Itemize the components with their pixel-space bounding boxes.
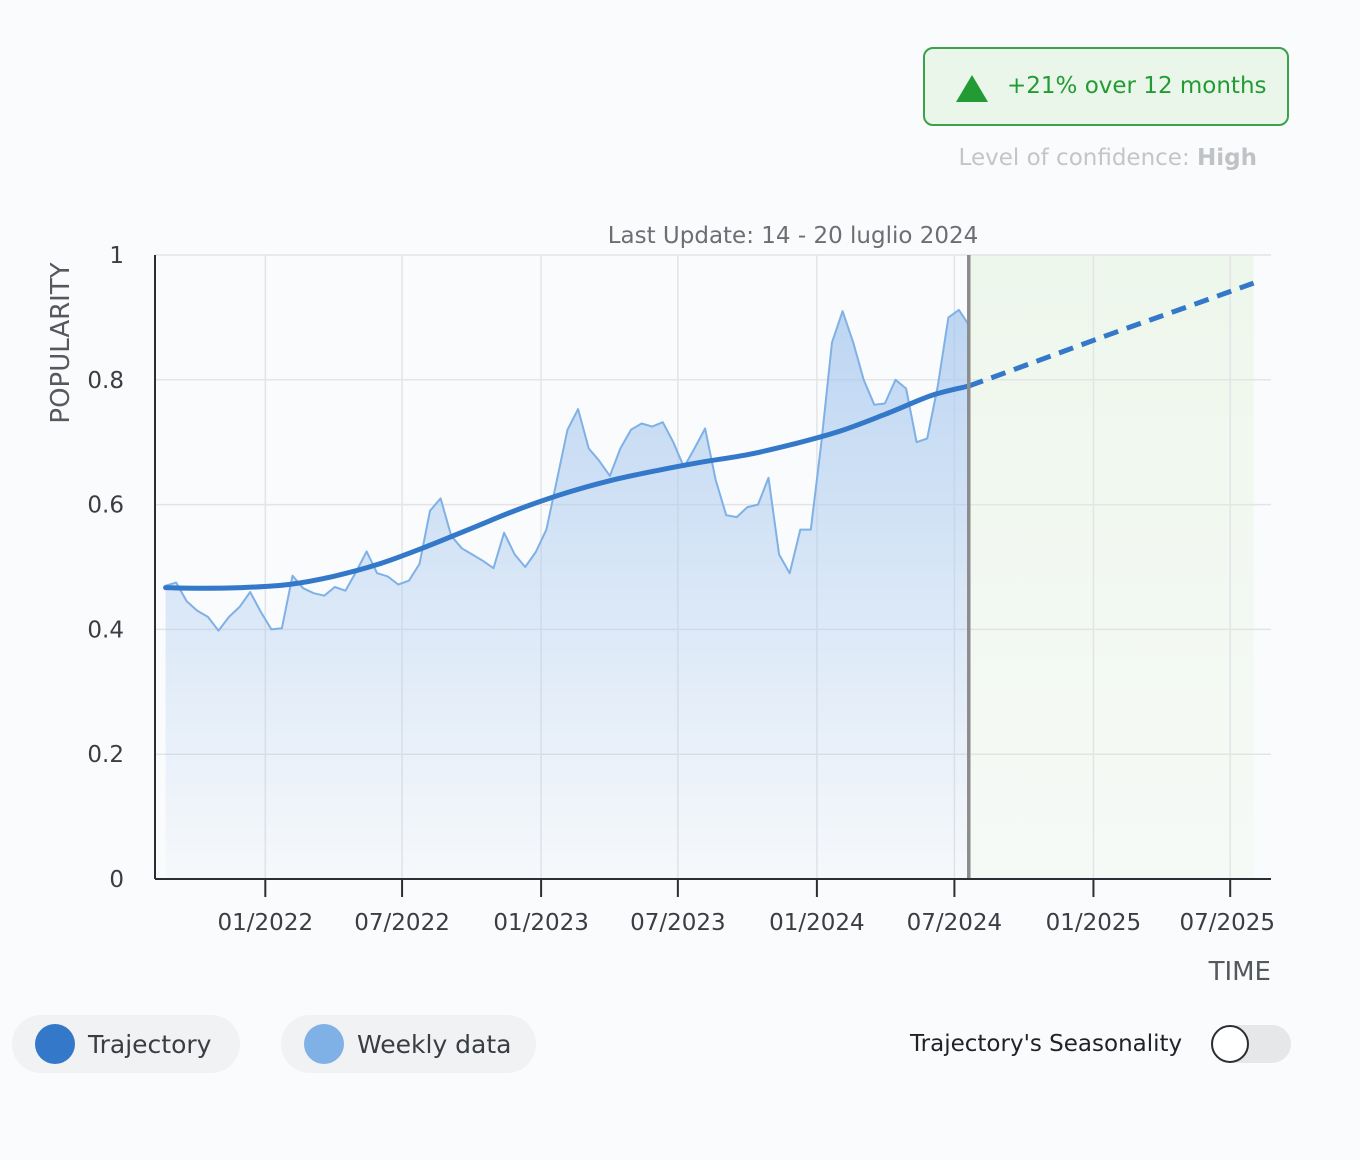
legend-weekly-label: Weekly data — [357, 1029, 512, 1059]
seasonality-toggle[interactable] — [1211, 1025, 1291, 1063]
legend-item-trajectory[interactable]: Trajectory — [12, 1015, 240, 1073]
forecast-band — [968, 255, 1254, 879]
x-tick-label: 07/2024 — [907, 910, 1003, 936]
y-tick-label: 0.6 — [87, 493, 124, 519]
x-axis-title: TIME — [1208, 957, 1271, 987]
y-tick-label: 1 — [109, 243, 124, 269]
y-tick-label: 0 — [109, 867, 124, 893]
seasonality-label: Trajectory's Seasonality — [910, 1031, 1183, 1057]
trajectory-color-dot-icon — [35, 1024, 75, 1064]
y-axis-title: POPULARITY — [46, 262, 76, 423]
y-tick-label: 0.2 — [87, 742, 124, 768]
x-tick-label: 07/2025 — [1179, 910, 1275, 936]
weekly-color-dot-icon — [304, 1024, 344, 1064]
weekly-area-fill — [165, 309, 969, 879]
last-update-annotation: Last Update: 14 - 20 luglio 2024 — [608, 223, 979, 249]
legend-trajectory-label: Trajectory — [88, 1029, 212, 1059]
popularity-chart: Last Update: 14 - 20 luglio 2024 0 0.2 0.4 0… — [46, 223, 1275, 987]
x-tick-label: 01/2025 — [1046, 910, 1142, 936]
y-tick-label: 0.8 — [87, 368, 124, 394]
x-tick-label: 01/2024 — [769, 910, 865, 936]
y-tick-label: 0.4 — [87, 617, 124, 643]
x-tick-label: 07/2023 — [630, 910, 726, 936]
legend-item-weekly[interactable]: Weekly data — [281, 1015, 536, 1073]
toggle-knob[interactable] — [1211, 1025, 1249, 1063]
x-tick-label: 01/2023 — [493, 910, 589, 936]
x-tick-label: 01/2022 — [218, 910, 314, 936]
x-tick-label: 07/2022 — [354, 910, 450, 936]
